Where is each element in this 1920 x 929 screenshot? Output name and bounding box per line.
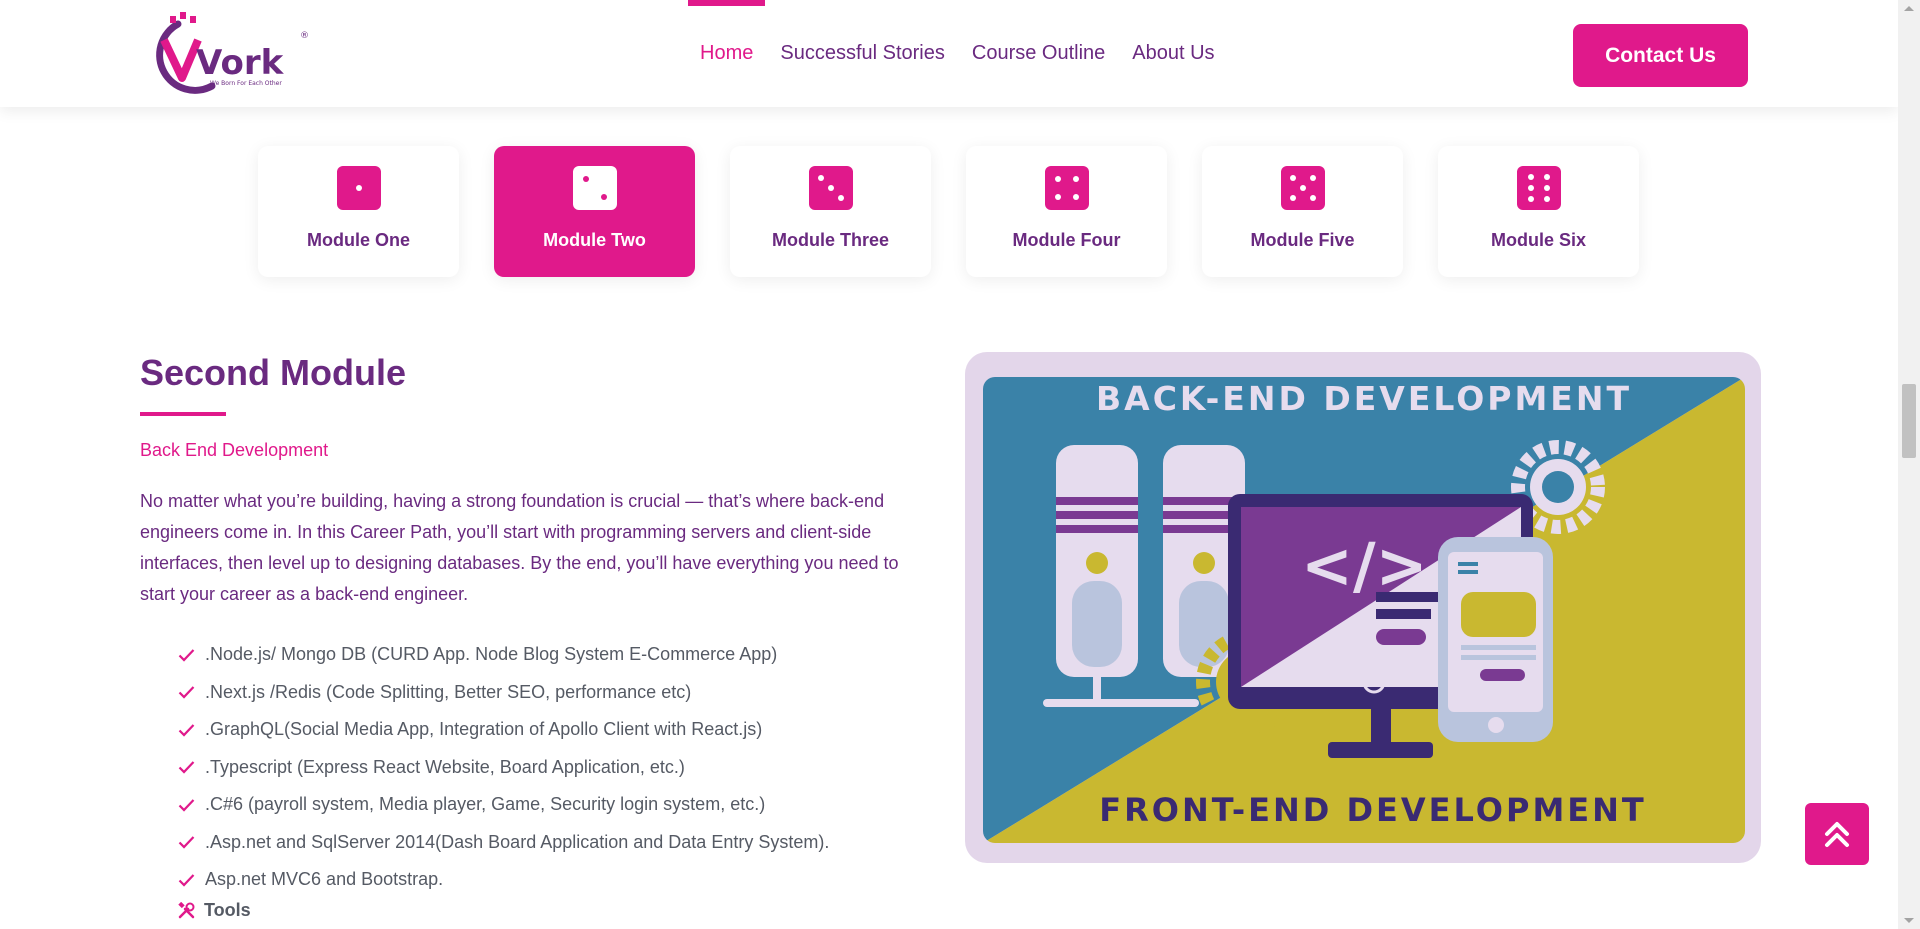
- phone-graphic: [1438, 537, 1553, 742]
- list-item: .Asp.net and SqlServer 2014(Dash Board A…: [178, 824, 829, 862]
- list-item: .Node.js/ Mongo DB (CURD App. Node Blog …: [178, 636, 829, 674]
- frontend-heading: FRONT-END DEVELOPMENT: [1099, 791, 1647, 829]
- logo-wordmark: Vork: [196, 43, 285, 83]
- logo-tagline: We Born For Each Other: [210, 80, 282, 87]
- nav-about-us[interactable]: About Us: [1132, 0, 1214, 107]
- check-icon: [178, 873, 195, 887]
- topic-text: .Typescript (Express React Website, Boar…: [205, 756, 685, 777]
- tools-label: Tools: [204, 900, 251, 920]
- check-icon: [178, 723, 195, 737]
- dice-three-icon: [808, 166, 853, 210]
- title-underline: [140, 412, 226, 416]
- dice-five-icon: [1280, 166, 1325, 210]
- backend-frontend-illustration: </> BACK-END DEVELOPMENT FRONT-END DEVEL…: [983, 377, 1745, 843]
- topic-text: .Asp.net and SqlServer 2014(Dash Board A…: [205, 831, 830, 852]
- module-subtitle: Back End Development: [140, 440, 329, 460]
- check-icon: [178, 648, 195, 662]
- nav-successful-stories[interactable]: Successful Stories: [780, 0, 945, 107]
- backend-heading: BACK-END DEVELOPMENT: [1096, 379, 1632, 418]
- tab-label: Module Five: [1250, 230, 1355, 250]
- tab-label: Module Two: [543, 230, 646, 250]
- scrollbar-thumb[interactable]: [1902, 384, 1916, 458]
- dice-one-icon: [336, 166, 381, 210]
- tab-module-five[interactable]: Module Five: [1202, 146, 1403, 277]
- topic-text: .GraphQL(Social Media App, Integration o…: [205, 719, 763, 740]
- tab-module-three[interactable]: Module Three: [730, 146, 931, 277]
- contact-us-button[interactable]: Contact Us: [1573, 24, 1748, 87]
- double-chevron-up-icon: [1825, 822, 1849, 847]
- check-icon: [178, 686, 195, 699]
- page-scrollbar[interactable]: [1898, 0, 1920, 929]
- scroll-up-arrow-icon[interactable]: [1904, 6, 1914, 11]
- dice-four-icon: [1044, 166, 1089, 210]
- module-description: No matter what you’re building, having a…: [140, 491, 899, 604]
- check-icon: [178, 761, 195, 774]
- tab-module-two[interactable]: Module Two: [494, 146, 695, 277]
- topic-text: .C#6 (payroll system, Media player, Game…: [205, 794, 766, 815]
- list-item: .GraphQL(Social Media App, Integration o…: [178, 711, 829, 749]
- tab-label: Module Six: [1490, 230, 1586, 250]
- tools-heading: Tools: [178, 900, 251, 921]
- svg-text:®: ®: [300, 31, 309, 41]
- scroll-to-top-button[interactable]: [1805, 803, 1869, 865]
- module-title: Second Module: [140, 352, 407, 393]
- site-logo[interactable]: Vork ® We Born For Each Other: [140, 12, 310, 96]
- list-item: .Next.js /Redis (Code Splitting, Better …: [178, 674, 829, 712]
- check-icon: [178, 836, 195, 849]
- code-symbol: </>: [1301, 529, 1428, 602]
- topic-list: .Node.js/ Mongo DB (CURD App. Node Blog …: [178, 636, 829, 899]
- module-tabs: Module One Module Two Module Three Modul…: [258, 146, 1639, 277]
- tab-label: Module Three: [771, 230, 889, 250]
- topic-text: .Next.js /Redis (Code Splitting, Better …: [205, 681, 692, 702]
- list-item: Asp.net MVC6 and Bootstrap.: [178, 861, 829, 899]
- tab-label: Module Four: [1012, 230, 1121, 250]
- tools-icon: [178, 902, 195, 919]
- tab-module-four[interactable]: Module Four: [966, 146, 1167, 277]
- tab-label: Module One: [307, 230, 410, 250]
- scroll-down-arrow-icon[interactable]: [1904, 918, 1914, 923]
- nav-home[interactable]: Home: [687, 0, 766, 107]
- dice-two-icon: [572, 166, 617, 210]
- dice-six-icon: [1516, 166, 1561, 210]
- tab-module-one[interactable]: Module One: [258, 146, 459, 277]
- site-header: Vork ® We Born For Each Other Home Succe…: [0, 0, 1898, 107]
- list-item: .C#6 (payroll system, Media player, Game…: [178, 786, 829, 824]
- list-item: .Typescript (Express React Website, Boar…: [178, 749, 829, 787]
- topic-text: .Node.js/ Mongo DB (CURD App. Node Blog …: [205, 644, 778, 665]
- nav-course-outline[interactable]: Course Outline: [972, 0, 1105, 107]
- tab-module-six[interactable]: Module Six: [1438, 146, 1639, 277]
- topic-text: Asp.net MVC6 and Bootstrap.: [205, 869, 444, 890]
- check-icon: [178, 798, 195, 812]
- main-nav: Home Successful Stories Course Outline A…: [687, 0, 1215, 107]
